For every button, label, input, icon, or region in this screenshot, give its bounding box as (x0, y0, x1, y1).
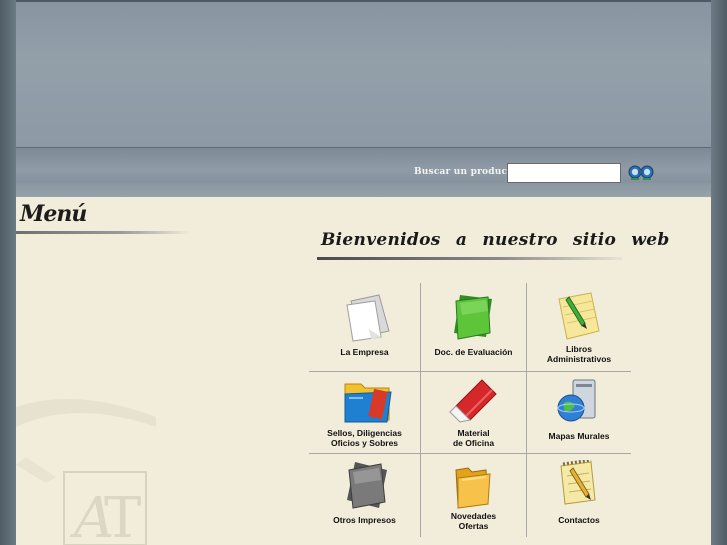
section-label: Libros Administrativos (546, 344, 612, 364)
search-bar: Buscar un producto: (16, 147, 711, 198)
section-mapas-murales[interactable]: Mapas Murales (527, 372, 631, 453)
section-libros-administrativos[interactable]: Libros Administrativos (527, 283, 631, 371)
section-label: Doc. de Evaluación (434, 347, 513, 357)
section-label: Material de Oficina (452, 428, 495, 448)
globe-computer-icon (557, 379, 596, 422)
search-binoculars-icon (628, 165, 654, 180)
menu-title: Menú (20, 201, 87, 227)
folder-stamp-icon (344, 383, 392, 423)
svg-text:T: T (104, 486, 141, 545)
section-contactos[interactable]: Contactos (527, 454, 631, 537)
header-banner (16, 0, 711, 147)
green-folder-icon (454, 295, 492, 340)
section-material-oficina[interactable]: Material de Oficina (421, 372, 526, 453)
search-input[interactable] (507, 163, 621, 183)
section-label: La Empresa (340, 347, 389, 357)
eraser-icon (449, 379, 497, 423)
gray-folder-icon (347, 462, 387, 509)
section-doc-evaluacion[interactable]: Doc. de Evaluación (421, 283, 526, 371)
watermark-logo-icon: A T (16, 399, 156, 545)
menu-list (20, 242, 270, 342)
section-sellos-diligencias[interactable]: Sellos, Diligencias Oficios y Sobres (309, 372, 420, 453)
search-bar-stripe (16, 183, 711, 198)
document-pages-icon (346, 294, 390, 342)
section-label: Contactos (558, 515, 600, 525)
section-label: Mapas Murales (548, 431, 610, 441)
menu-title-underline (16, 231, 191, 234)
search-button[interactable] (627, 163, 655, 183)
left-page-edge (0, 0, 16, 545)
section-label: Novedades Ofertas (450, 511, 497, 531)
welcome-underline (317, 257, 622, 260)
section-label: Sellos, Diligencias Oficios y Sobres (327, 428, 402, 448)
right-page-edge (711, 0, 727, 545)
section-label: Otros Impresos (333, 515, 396, 525)
yellow-folder-icon (455, 467, 491, 509)
section-grid: La Empresa Doc. de Evaluación Libros Adm… (309, 283, 631, 537)
welcome-title: Bienvenidos a nuestro sitio web (321, 230, 670, 250)
section-otros-impresos[interactable]: Otros Impresos (309, 454, 420, 537)
main-content: Menú A T Bienvenidos a nuestro sitio web (16, 197, 711, 545)
notepad-pencil-icon (558, 292, 600, 340)
section-novedades-ofertas[interactable]: Novedades Ofertas (421, 454, 526, 537)
page-container: Buscar un producto: Menú A T Bienvenidos… (16, 0, 711, 545)
search-label: Buscar un producto: (414, 167, 522, 177)
section-la-empresa[interactable]: La Empresa (309, 283, 420, 371)
notepad-contacts-icon (560, 460, 596, 505)
